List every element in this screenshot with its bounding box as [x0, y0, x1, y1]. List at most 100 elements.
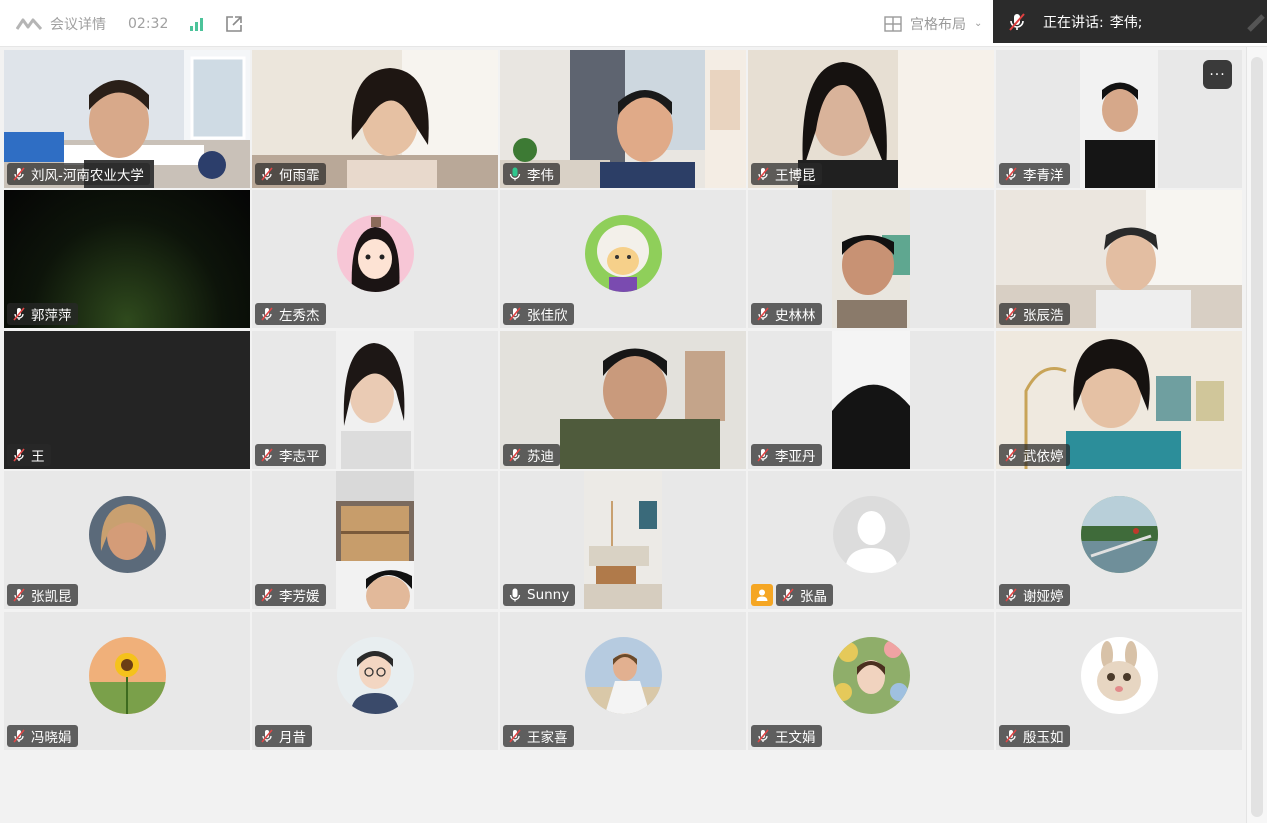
- participant-tile[interactable]: ··· 李青洋: [996, 50, 1242, 188]
- participant-name: 苏迪: [527, 449, 554, 465]
- mic-muted-icon: [13, 588, 25, 602]
- mic-muted-icon: [1005, 588, 1017, 602]
- layout-switcher[interactable]: 宫格布局 ⌄: [884, 0, 982, 47]
- layout-label: 宫格布局: [910, 16, 966, 33]
- participant-nametag: 殷玉如: [999, 725, 1070, 747]
- participant-name: 李亚丹: [775, 449, 816, 465]
- avatar: [1081, 637, 1158, 714]
- participant-name: 李青洋: [1023, 168, 1064, 184]
- participant-name: 李伟: [527, 168, 554, 184]
- participant-name: 谢娅婷: [1023, 589, 1064, 605]
- participant-name: 李志平: [279, 449, 320, 465]
- mic-on-icon: [509, 588, 521, 602]
- mic-muted-icon: [509, 729, 521, 743]
- participant-tile[interactable]: 张辰浩: [996, 190, 1242, 328]
- participant-tile[interactable]: 张佳欣: [500, 190, 746, 328]
- participant-tile[interactable]: 苏迪: [500, 331, 746, 469]
- participant-name: 王: [31, 449, 45, 465]
- participant-nametag: 史林林: [751, 303, 822, 325]
- top-bar: 会议详情 02:32 宫格布局 ⌄ 正在讲话: 李伟;: [0, 0, 1267, 47]
- participant-tile[interactable]: 何雨霏: [252, 50, 498, 188]
- participant-nametag: 苏迪: [503, 444, 560, 466]
- scrollbar-thumb[interactable]: [1251, 57, 1263, 817]
- participant-name: 史林林: [775, 308, 816, 324]
- participant-name: 左秀杰: [279, 308, 320, 324]
- participant-video: [584, 471, 662, 609]
- participant-nametag: 何雨霏: [255, 163, 326, 185]
- host-badge: [751, 584, 773, 606]
- meeting-details-link[interactable]: 会议详情: [50, 14, 106, 34]
- participant-tile[interactable]: 冯晓娟: [4, 612, 250, 750]
- participant-tile[interactable]: 王: [4, 331, 250, 469]
- participant-nametag: 李伟: [503, 163, 560, 185]
- participant-tile[interactable]: 郭萍萍: [4, 190, 250, 328]
- participant-name: 何雨霏: [279, 168, 320, 184]
- participant-tile[interactable]: 武依婷: [996, 331, 1242, 469]
- mic-muted-icon: [261, 729, 273, 743]
- participant-tile[interactable]: 刘风-河南农业大学: [4, 50, 250, 188]
- signal-icon[interactable]: [190, 17, 204, 31]
- participant-tile-active-speaker[interactable]: 李伟: [500, 50, 746, 188]
- participant-nametag: 武依婷: [999, 444, 1070, 466]
- avatar: [89, 496, 166, 573]
- participant-tile[interactable]: 殷玉如: [996, 612, 1242, 750]
- participant-name: 殷玉如: [1023, 730, 1064, 746]
- participant-tile[interactable]: 左秀杰: [252, 190, 498, 328]
- participant-nametag: 李亚丹: [751, 444, 822, 466]
- participant-nametag: 王文娟: [751, 725, 822, 747]
- participant-name: 武依婷: [1023, 449, 1064, 465]
- mic-muted-icon: [1005, 307, 1017, 321]
- participant-tile[interactable]: 张凯昆: [4, 471, 250, 609]
- participant-tile[interactable]: 李志平: [252, 331, 498, 469]
- mic-muted-icon: [261, 448, 273, 462]
- participant-nametag: 冯晓娟: [7, 725, 78, 747]
- participant-video: [832, 331, 910, 469]
- participant-name: 郭萍萍: [31, 308, 72, 324]
- speaking-label: 正在讲话:: [1043, 14, 1104, 31]
- mic-muted-icon: [1005, 448, 1017, 462]
- mic-muted-icon: [261, 307, 273, 321]
- logo-icon: [16, 18, 42, 30]
- participant-nametag: 王: [7, 444, 51, 466]
- participant-nametag: 张佳欣: [503, 303, 574, 325]
- participant-tile[interactable]: 月昔: [252, 612, 498, 750]
- external-link-icon[interactable]: [225, 15, 243, 33]
- participant-tile[interactable]: 李亚丹: [748, 331, 994, 469]
- participant-tile[interactable]: 张晶: [748, 471, 994, 609]
- mic-muted-icon: [1005, 729, 1017, 743]
- participant-nametag: 张晶: [776, 584, 833, 606]
- participant-tile[interactable]: 王博昆: [748, 50, 994, 188]
- participant-tile[interactable]: Sunny: [500, 471, 746, 609]
- participant-nametag: 王家喜: [503, 725, 574, 747]
- participant-nametag: 张辰浩: [999, 303, 1070, 325]
- participant-name: 月昔: [279, 730, 306, 746]
- participant-tile[interactable]: 李芳媛: [252, 471, 498, 609]
- participant-nametag: Sunny: [503, 584, 576, 606]
- participant-name: 张晶: [800, 589, 827, 605]
- mic-muted-icon: [782, 588, 794, 602]
- participant-nametag: 李芳媛: [255, 584, 326, 606]
- participant-tile[interactable]: 谢娅婷: [996, 471, 1242, 609]
- participant-name: 王博昆: [775, 168, 816, 184]
- participant-tile[interactable]: 史林林: [748, 190, 994, 328]
- participant-video: [832, 190, 910, 328]
- avatar: [585, 215, 662, 292]
- more-options-button[interactable]: ···: [1203, 60, 1232, 89]
- participant-tile[interactable]: 王文娟: [748, 612, 994, 750]
- speaking-indicator: 正在讲话: 李伟;: [993, 0, 1267, 43]
- avatar: [337, 637, 414, 714]
- participant-nametag: 王博昆: [751, 163, 822, 185]
- participant-tile[interactable]: 王家喜: [500, 612, 746, 750]
- mic-muted-icon: [509, 307, 521, 321]
- participant-nametag: 李志平: [255, 444, 326, 466]
- participant-nametag: 李青洋: [999, 163, 1070, 185]
- mic-muted-icon: [13, 448, 25, 462]
- meeting-timer: 02:32: [128, 15, 169, 32]
- mic-muted-icon: [13, 307, 25, 321]
- avatar: [89, 637, 166, 714]
- participant-nametag: 张凯昆: [7, 584, 78, 606]
- vertical-scrollbar[interactable]: [1246, 47, 1267, 823]
- host-icon: [756, 589, 768, 601]
- grid-layout-icon: [884, 15, 902, 32]
- participant-name: 张辰浩: [1023, 308, 1064, 324]
